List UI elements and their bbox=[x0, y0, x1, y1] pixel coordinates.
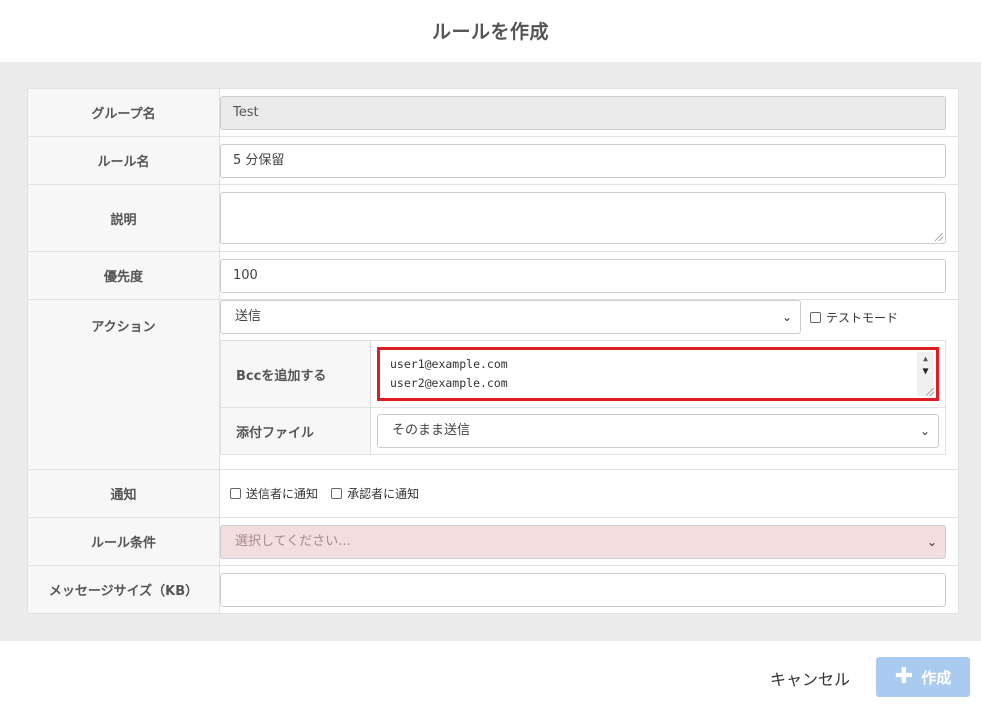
action-row: アクション 送信 ⌄ テストモード Bccを追加する user1@example… bbox=[27, 299, 959, 470]
dialog-body: グループ名 Test ルール名 5 分保留 説明 優先度 100 アクション 送… bbox=[0, 62, 981, 641]
rule-name-input[interactable]: 5 分保留 bbox=[220, 143, 946, 178]
bcc-line: user1@example.com bbox=[390, 357, 508, 371]
rule-condition-row: ルール条件 選択してください... ⌄ bbox=[27, 517, 959, 566]
test-mode-label: テストモード bbox=[826, 310, 899, 325]
action-details: Bccを追加する user1@example.com user2@example… bbox=[220, 340, 946, 455]
scroll-down-icon[interactable]: ▼ bbox=[917, 365, 934, 379]
scroll-up-icon[interactable]: ▲ bbox=[917, 352, 934, 366]
notify-approver-checkbox[interactable] bbox=[331, 488, 343, 499]
group-input: Test bbox=[220, 95, 946, 130]
test-mode-checkbox[interactable] bbox=[810, 311, 821, 323]
action-label: アクション bbox=[27, 299, 220, 470]
chevron-down-icon: ⌄ bbox=[781, 310, 792, 324]
priority-label: 優先度 bbox=[27, 251, 220, 300]
rule-condition-label: ルール条件 bbox=[27, 517, 220, 566]
priority-row: 優先度 100 bbox=[27, 251, 959, 300]
rule-name-row: ルール名 5 分保留 bbox=[27, 136, 959, 185]
attachment-row: 添付ファイル そのまま送信 ⌄ bbox=[220, 407, 946, 455]
rule-condition-placeholder: 選択してください... bbox=[235, 533, 351, 549]
resize-grip-icon[interactable] bbox=[926, 388, 934, 396]
notify-sender-checkbox[interactable] bbox=[230, 488, 241, 499]
description-textarea[interactable] bbox=[220, 192, 946, 244]
bcc-line: user2@example.com bbox=[390, 376, 508, 390]
rule-condition-select[interactable]: 選択してください... ⌄ bbox=[220, 524, 946, 559]
attachment-label: 添付ファイル bbox=[220, 407, 371, 455]
create-button-label: 作成 bbox=[921, 668, 952, 687]
dialog-header: ルールを作成 bbox=[0, 0, 981, 62]
action-select-value: 送信 bbox=[235, 309, 262, 324]
notify-approver-option[interactable]: 承認者に通知 bbox=[331, 485, 419, 502]
notify-sender-option[interactable]: 送信者に通知 bbox=[230, 485, 318, 502]
message-size-input[interactable] bbox=[220, 572, 946, 607]
cancel-button[interactable]: キャンセル bbox=[770, 666, 850, 690]
group-row: グループ名 Test bbox=[27, 88, 959, 137]
attachment-select[interactable]: そのまま送信 ⌄ bbox=[377, 414, 939, 448]
description-label: 説明 bbox=[27, 184, 220, 252]
description-row: 説明 bbox=[27, 184, 959, 252]
group-label: グループ名 bbox=[27, 88, 220, 137]
bcc-row: Bccを追加する user1@example.com user2@example… bbox=[220, 340, 946, 408]
test-mode-option[interactable]: テストモード bbox=[810, 309, 898, 326]
bcc-label: Bccを追加する bbox=[220, 340, 371, 408]
notify-sender-label: 送信者に通知 bbox=[246, 487, 319, 501]
dialog-footer: キャンセル ✚ 作成 bbox=[0, 641, 981, 715]
notify-row: 通知 送信者に通知 承認者に通知 bbox=[27, 469, 959, 518]
message-size-label: メッセージサイズ（KB） bbox=[27, 565, 220, 614]
plus-icon: ✚ bbox=[894, 664, 914, 689]
priority-input[interactable]: 100 bbox=[220, 258, 946, 293]
notify-approver-label: 承認者に通知 bbox=[347, 487, 420, 501]
create-button[interactable]: ✚ 作成 bbox=[876, 657, 970, 697]
chevron-down-icon: ⌄ bbox=[919, 424, 930, 438]
notify-label: 通知 bbox=[27, 469, 220, 518]
dialog-title: ルールを作成 bbox=[431, 20, 549, 43]
bcc-textarea[interactable]: user1@example.com user2@example.com ▲ ▼ bbox=[377, 347, 939, 401]
rule-form: グループ名 Test ルール名 5 分保留 説明 優先度 100 アクション 送… bbox=[27, 88, 959, 614]
resize-grip-icon[interactable] bbox=[935, 233, 943, 241]
action-select[interactable]: 送信 ⌄ bbox=[220, 300, 801, 334]
chevron-down-icon: ⌄ bbox=[926, 534, 937, 549]
rule-name-label: ルール名 bbox=[27, 136, 220, 185]
attachment-select-value: そのまま送信 bbox=[392, 423, 471, 438]
message-size-row: メッセージサイズ（KB） bbox=[27, 565, 959, 614]
